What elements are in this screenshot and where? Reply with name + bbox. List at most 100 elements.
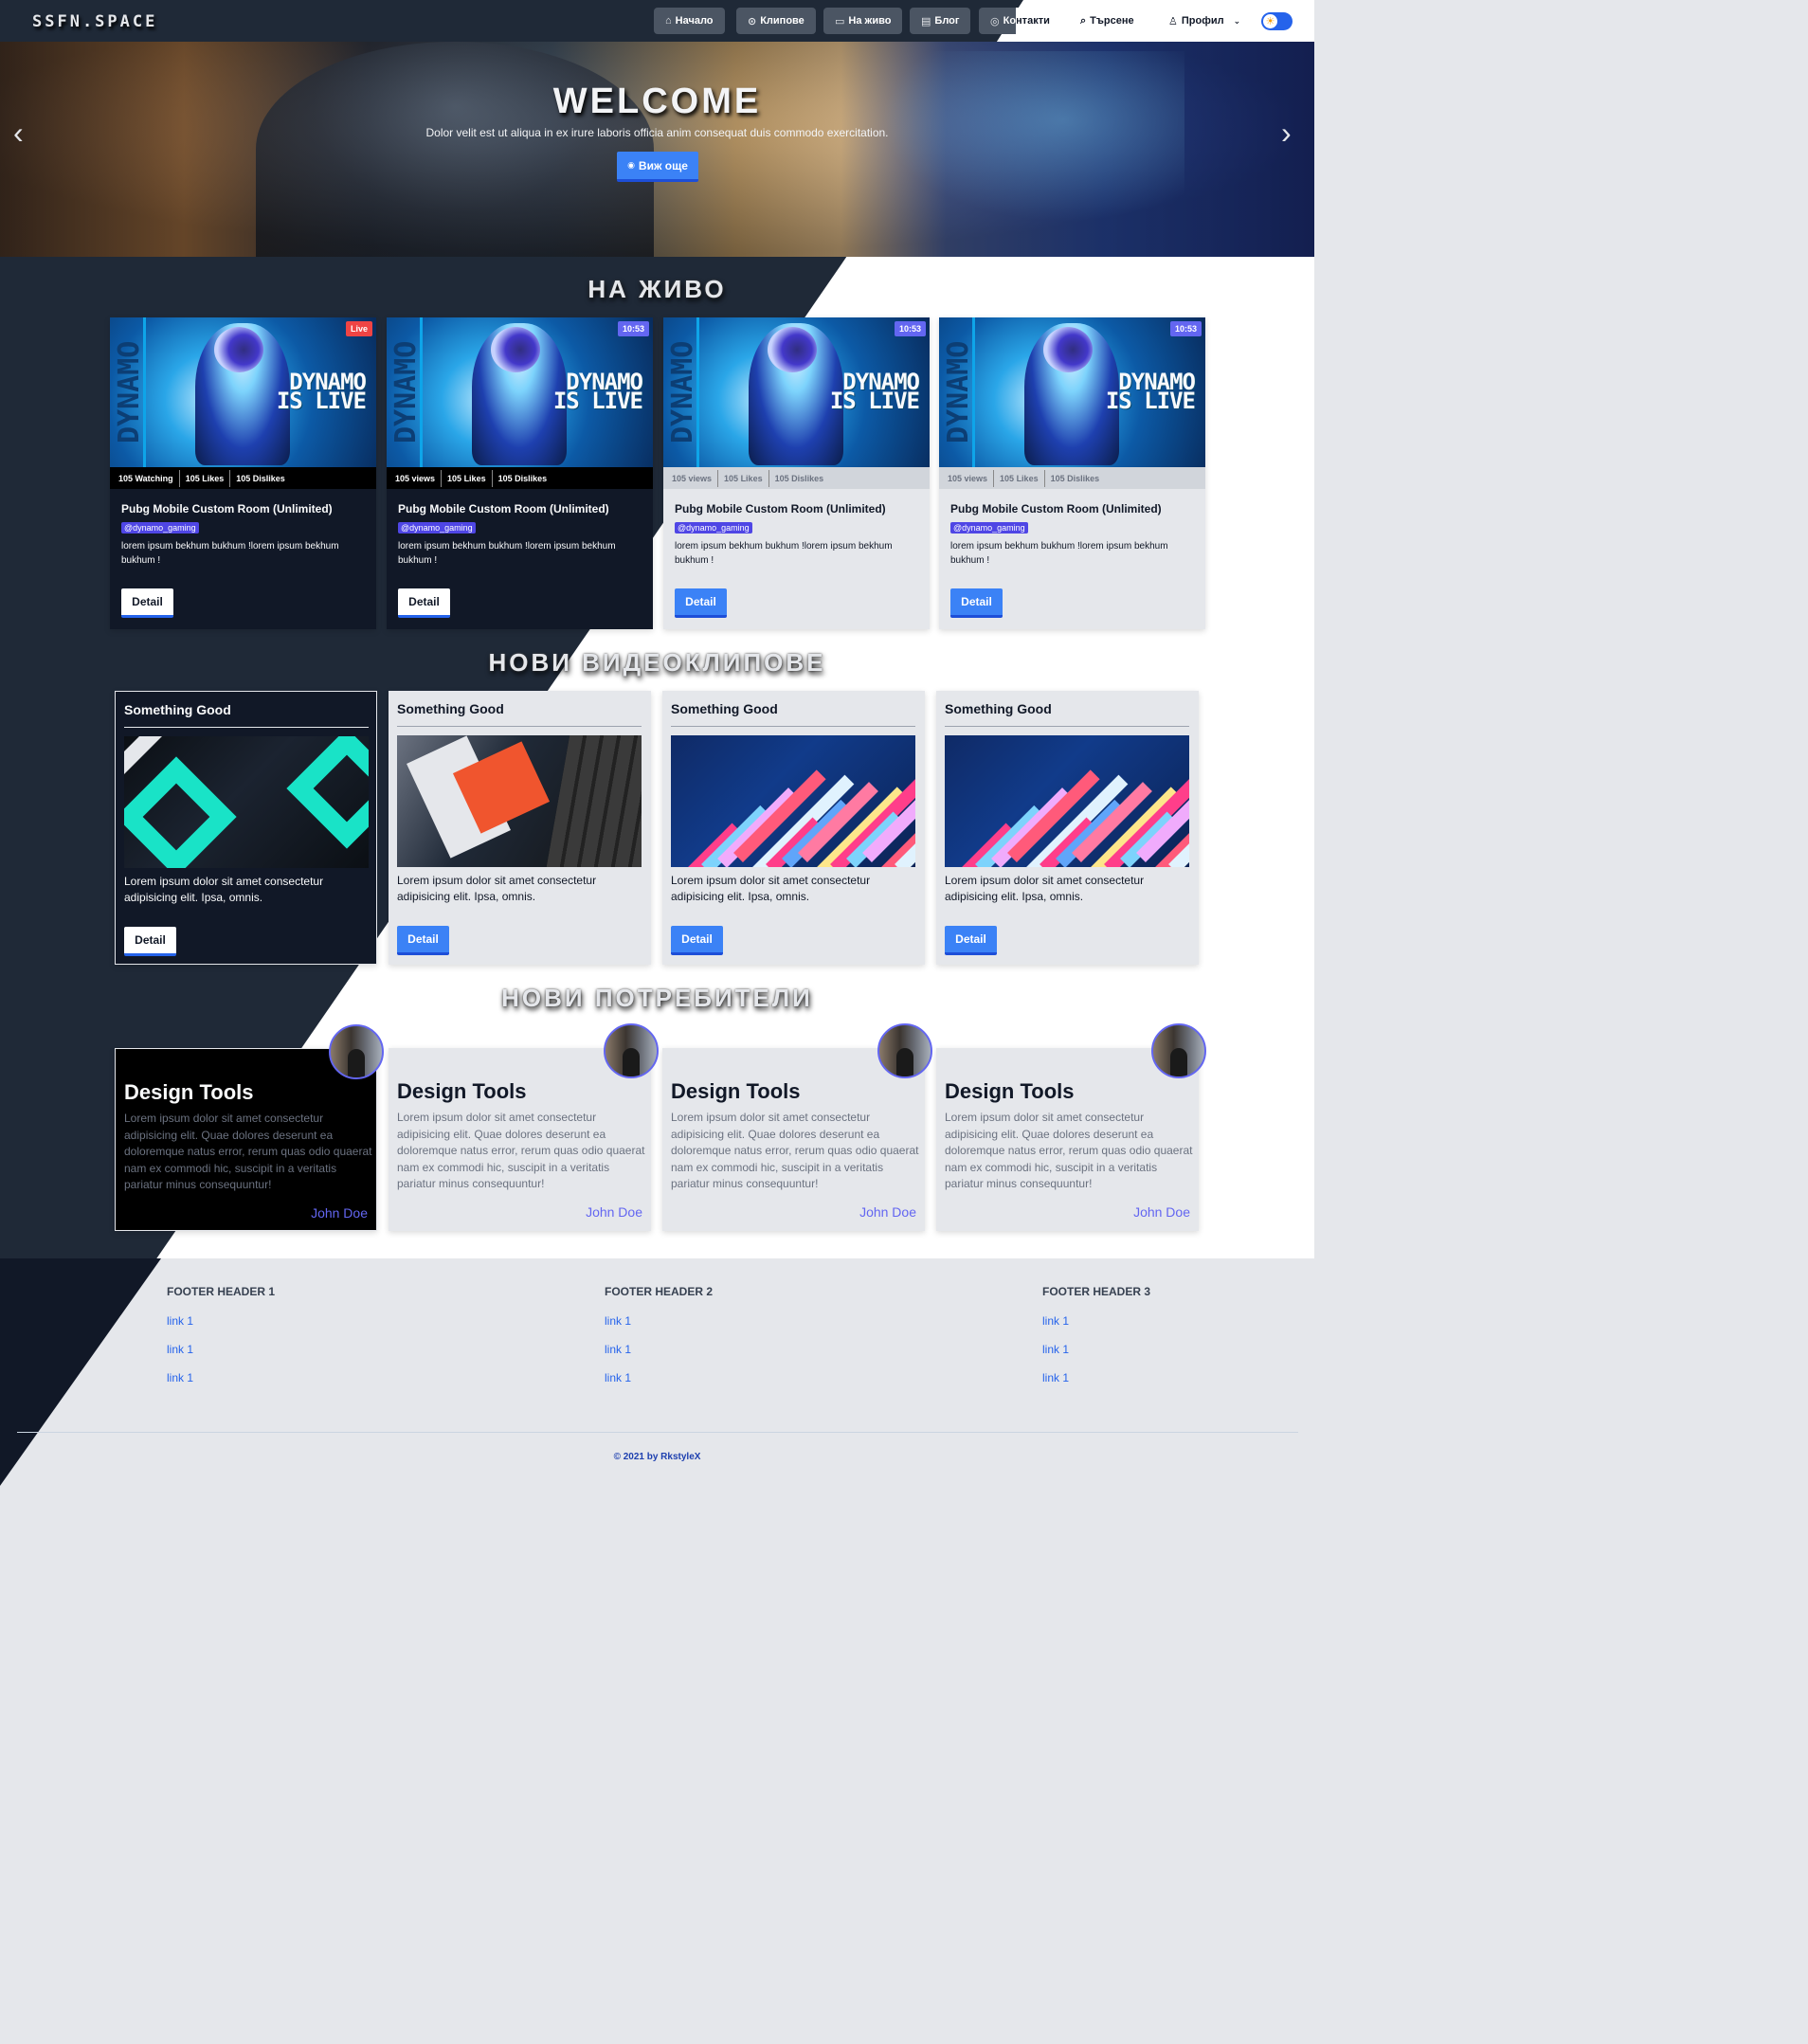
nav-clips-button[interactable]: ⊙ Клипове — [736, 8, 816, 34]
footer-link[interactable]: link 1 — [1042, 1371, 1150, 1384]
user-card-description: Lorem ipsum dolor sit amet consectetur a… — [671, 1111, 919, 1190]
copyright: © 2021 by RkstyleX — [613, 1452, 701, 1462]
user-card-title: Design Tools — [397, 1079, 527, 1103]
stream-title: Pubg Mobile Custom Room (Unlimited) — [121, 502, 333, 516]
stream-stats: 105 views 105 Likes 105 Dislikes — [939, 467, 1205, 489]
live-stream-card[interactable]: DYNAMO DYNAMO IS LIVE Live 105 Watching 105 … — [110, 317, 376, 629]
nav-blog-button[interactable]: ▤ Блог — [910, 8, 971, 34]
user-card[interactable]: Design Tools Lorem ipsum dolor sit amet c… — [115, 1024, 384, 1231]
clip-title: Something Good — [124, 702, 231, 717]
clip-description: Lorem ipsum dolor sit amet consectetur a… — [397, 874, 597, 903]
duration-badge: 10:53 — [617, 321, 649, 336]
stream-thumbnail[interactable]: DYNAMO DYNAMO IS LIVE 10:53 — [939, 317, 1205, 467]
profile-menu[interactable]: ♙ Профил ⌄ — [1168, 8, 1240, 34]
detail-button[interactable]: Detail — [675, 588, 727, 618]
duration-badge: 10:53 — [894, 321, 926, 336]
footer-link[interactable]: link 1 — [167, 1343, 275, 1356]
footer-header: FOOTER HEADER 3 — [1042, 1285, 1151, 1298]
detail-button[interactable]: Detail — [671, 926, 723, 955]
footer-header: FOOTER HEADER 2 — [605, 1285, 714, 1298]
stream-thumbnail[interactable]: DYNAMO DYNAMO IS LIVE Live — [110, 317, 376, 467]
stat-item: 105 Likes — [994, 469, 1045, 487]
hero-more-button[interactable]: ◉ Виж още — [617, 152, 698, 182]
video-clip-card[interactable]: Something Good Lorem ipsum dolor sit amet… — [389, 691, 651, 965]
author-name[interactable]: John Doe — [859, 1204, 916, 1220]
user-card-description: Lorem ipsum dolor sit amet consectetur a… — [945, 1111, 1193, 1190]
user-card-title: Design Tools — [671, 1079, 801, 1103]
site-logo[interactable]: SSFN.SPACE — [32, 12, 157, 31]
clip-thumbnail[interactable] — [124, 736, 369, 868]
nav-button-label: Контакти — [1003, 15, 1050, 27]
clip-description: Lorem ipsum dolor sit amet consectetur a… — [671, 874, 871, 903]
clips-heading: НОВИ ВИДЕОКЛИПОВЕ — [488, 648, 826, 677]
live-stream-card[interactable]: DYNAMO DYNAMO IS LIVE 10:53 105 views 105 Li… — [663, 317, 930, 629]
footer-link[interactable]: link 1 — [167, 1371, 275, 1384]
video-clip-card[interactable]: Something Good Lorem ipsum dolor sit amet… — [662, 691, 925, 965]
author-name[interactable]: John Doe — [1133, 1204, 1190, 1220]
eye-icon: ◉ — [627, 160, 635, 170]
stream-thumbnail[interactable]: DYNAMO DYNAMO IS LIVE 10:53 — [663, 317, 930, 467]
thumbnail-side-text: DYNAMO — [666, 317, 699, 467]
thumbnail-side-text: DYNAMO — [389, 317, 423, 467]
author-name[interactable]: John Doe — [586, 1204, 642, 1220]
stream-stats: 105 views 105 Likes 105 Dislikes — [663, 467, 930, 489]
footer-header: FOOTER HEADER 1 — [167, 1285, 276, 1298]
user-card[interactable]: Design Tools Lorem ipsum dolor sit amet c… — [389, 1023, 659, 1231]
detail-button[interactable]: Detail — [121, 588, 173, 618]
footer-link[interactable]: link 1 — [605, 1371, 713, 1384]
video-clip-card[interactable]: Something Good Lorem ipsum dolor sit amet… — [936, 691, 1199, 965]
live-stream-card[interactable]: DYNAMO DYNAMO IS LIVE 10:53 105 views 105 Li… — [939, 317, 1205, 629]
detail-button[interactable]: Detail — [945, 926, 997, 955]
detail-button[interactable]: Detail — [398, 588, 450, 618]
stream-title: Pubg Mobile Custom Room (Unlimited) — [398, 502, 609, 516]
duration-badge: 10:53 — [1169, 321, 1202, 336]
stat-item: 105 Likes — [180, 469, 231, 487]
stat-item: 105 Likes — [718, 469, 769, 487]
top-nav: SSFN.SPACE ⌂ Начало ⊙ Клипове ▭ На живо … — [0, 0, 1314, 42]
live-stream-card[interactable]: DYNAMO DYNAMO IS LIVE 10:53 105 views 105 Li… — [387, 317, 653, 629]
nav-contacts-button[interactable]: ◎ Контакти — [979, 8, 1061, 34]
clip-thumbnail[interactable] — [945, 735, 1189, 867]
nav-button-label: Блог — [934, 15, 960, 27]
user-card[interactable]: Design Tools Lorem ipsum dolor sit amet c… — [936, 1023, 1206, 1231]
sun-icon: ☀ — [1263, 14, 1277, 28]
nav-home-button[interactable]: ⌂ Начало — [654, 8, 725, 34]
channel-tag[interactable]: @dynamo_gaming — [675, 522, 752, 534]
stat-item: 105 Dislikes — [1050, 473, 1100, 483]
nav-live-button[interactable]: ▭ На живо — [823, 8, 903, 34]
users-heading: НОВИ ПОТРЕБИТЕЛИ — [501, 984, 813, 1012]
chevron-left-icon[interactable]: ‹ — [13, 116, 24, 151]
video-clip-card[interactable]: Something Good Lorem ipsum dolor sit amet… — [115, 691, 377, 965]
avatar[interactable] — [1151, 1023, 1206, 1078]
channel-tag[interactable]: @dynamo_gaming — [950, 522, 1028, 534]
chevron-right-icon[interactable]: › — [1281, 116, 1292, 151]
footer-link[interactable]: link 1 — [605, 1343, 713, 1356]
search-link[interactable]: ⌕ Търсене — [1080, 8, 1134, 34]
stream-thumbnail[interactable]: DYNAMO DYNAMO IS LIVE 10:53 — [387, 317, 653, 467]
clip-title: Something Good — [945, 701, 1052, 716]
footer-link[interactable]: link 1 — [1042, 1343, 1150, 1356]
detail-button[interactable]: Detail — [950, 588, 1003, 618]
channel-tag[interactable]: @dynamo_gaming — [121, 522, 199, 534]
footer-link[interactable]: link 1 — [1042, 1314, 1150, 1328]
avatar[interactable] — [877, 1023, 932, 1078]
avatar[interactable] — [604, 1023, 659, 1078]
stream-description: lorem ipsum bekhum bukhum !lorem ipsum b… — [121, 541, 339, 566]
footer-divider — [17, 1432, 1298, 1433]
detail-button[interactable]: Detail — [124, 927, 176, 956]
footer-link[interactable]: link 1 — [167, 1314, 275, 1328]
user-icon: ♙ — [1168, 15, 1178, 27]
avatar[interactable] — [329, 1024, 384, 1079]
user-card-title: Design Tools — [124, 1080, 254, 1104]
stat-item: 105 views — [389, 469, 443, 487]
channel-tag[interactable]: @dynamo_gaming — [398, 522, 476, 534]
user-card[interactable]: Design Tools Lorem ipsum dolor sit amet c… — [662, 1023, 932, 1231]
clip-thumbnail[interactable] — [397, 735, 642, 867]
hero-carousel: WELCOME Dolor velit est ut aliqua in ex … — [0, 42, 1314, 257]
clip-description: Lorem ipsum dolor sit amet consectetur a… — [124, 875, 324, 904]
detail-button[interactable]: Detail — [397, 926, 449, 955]
footer-link[interactable]: link 1 — [605, 1314, 713, 1328]
author-name[interactable]: John Doe — [311, 1205, 368, 1221]
clip-thumbnail[interactable] — [671, 735, 915, 867]
theme-toggle[interactable]: ☀ — [1261, 12, 1293, 30]
